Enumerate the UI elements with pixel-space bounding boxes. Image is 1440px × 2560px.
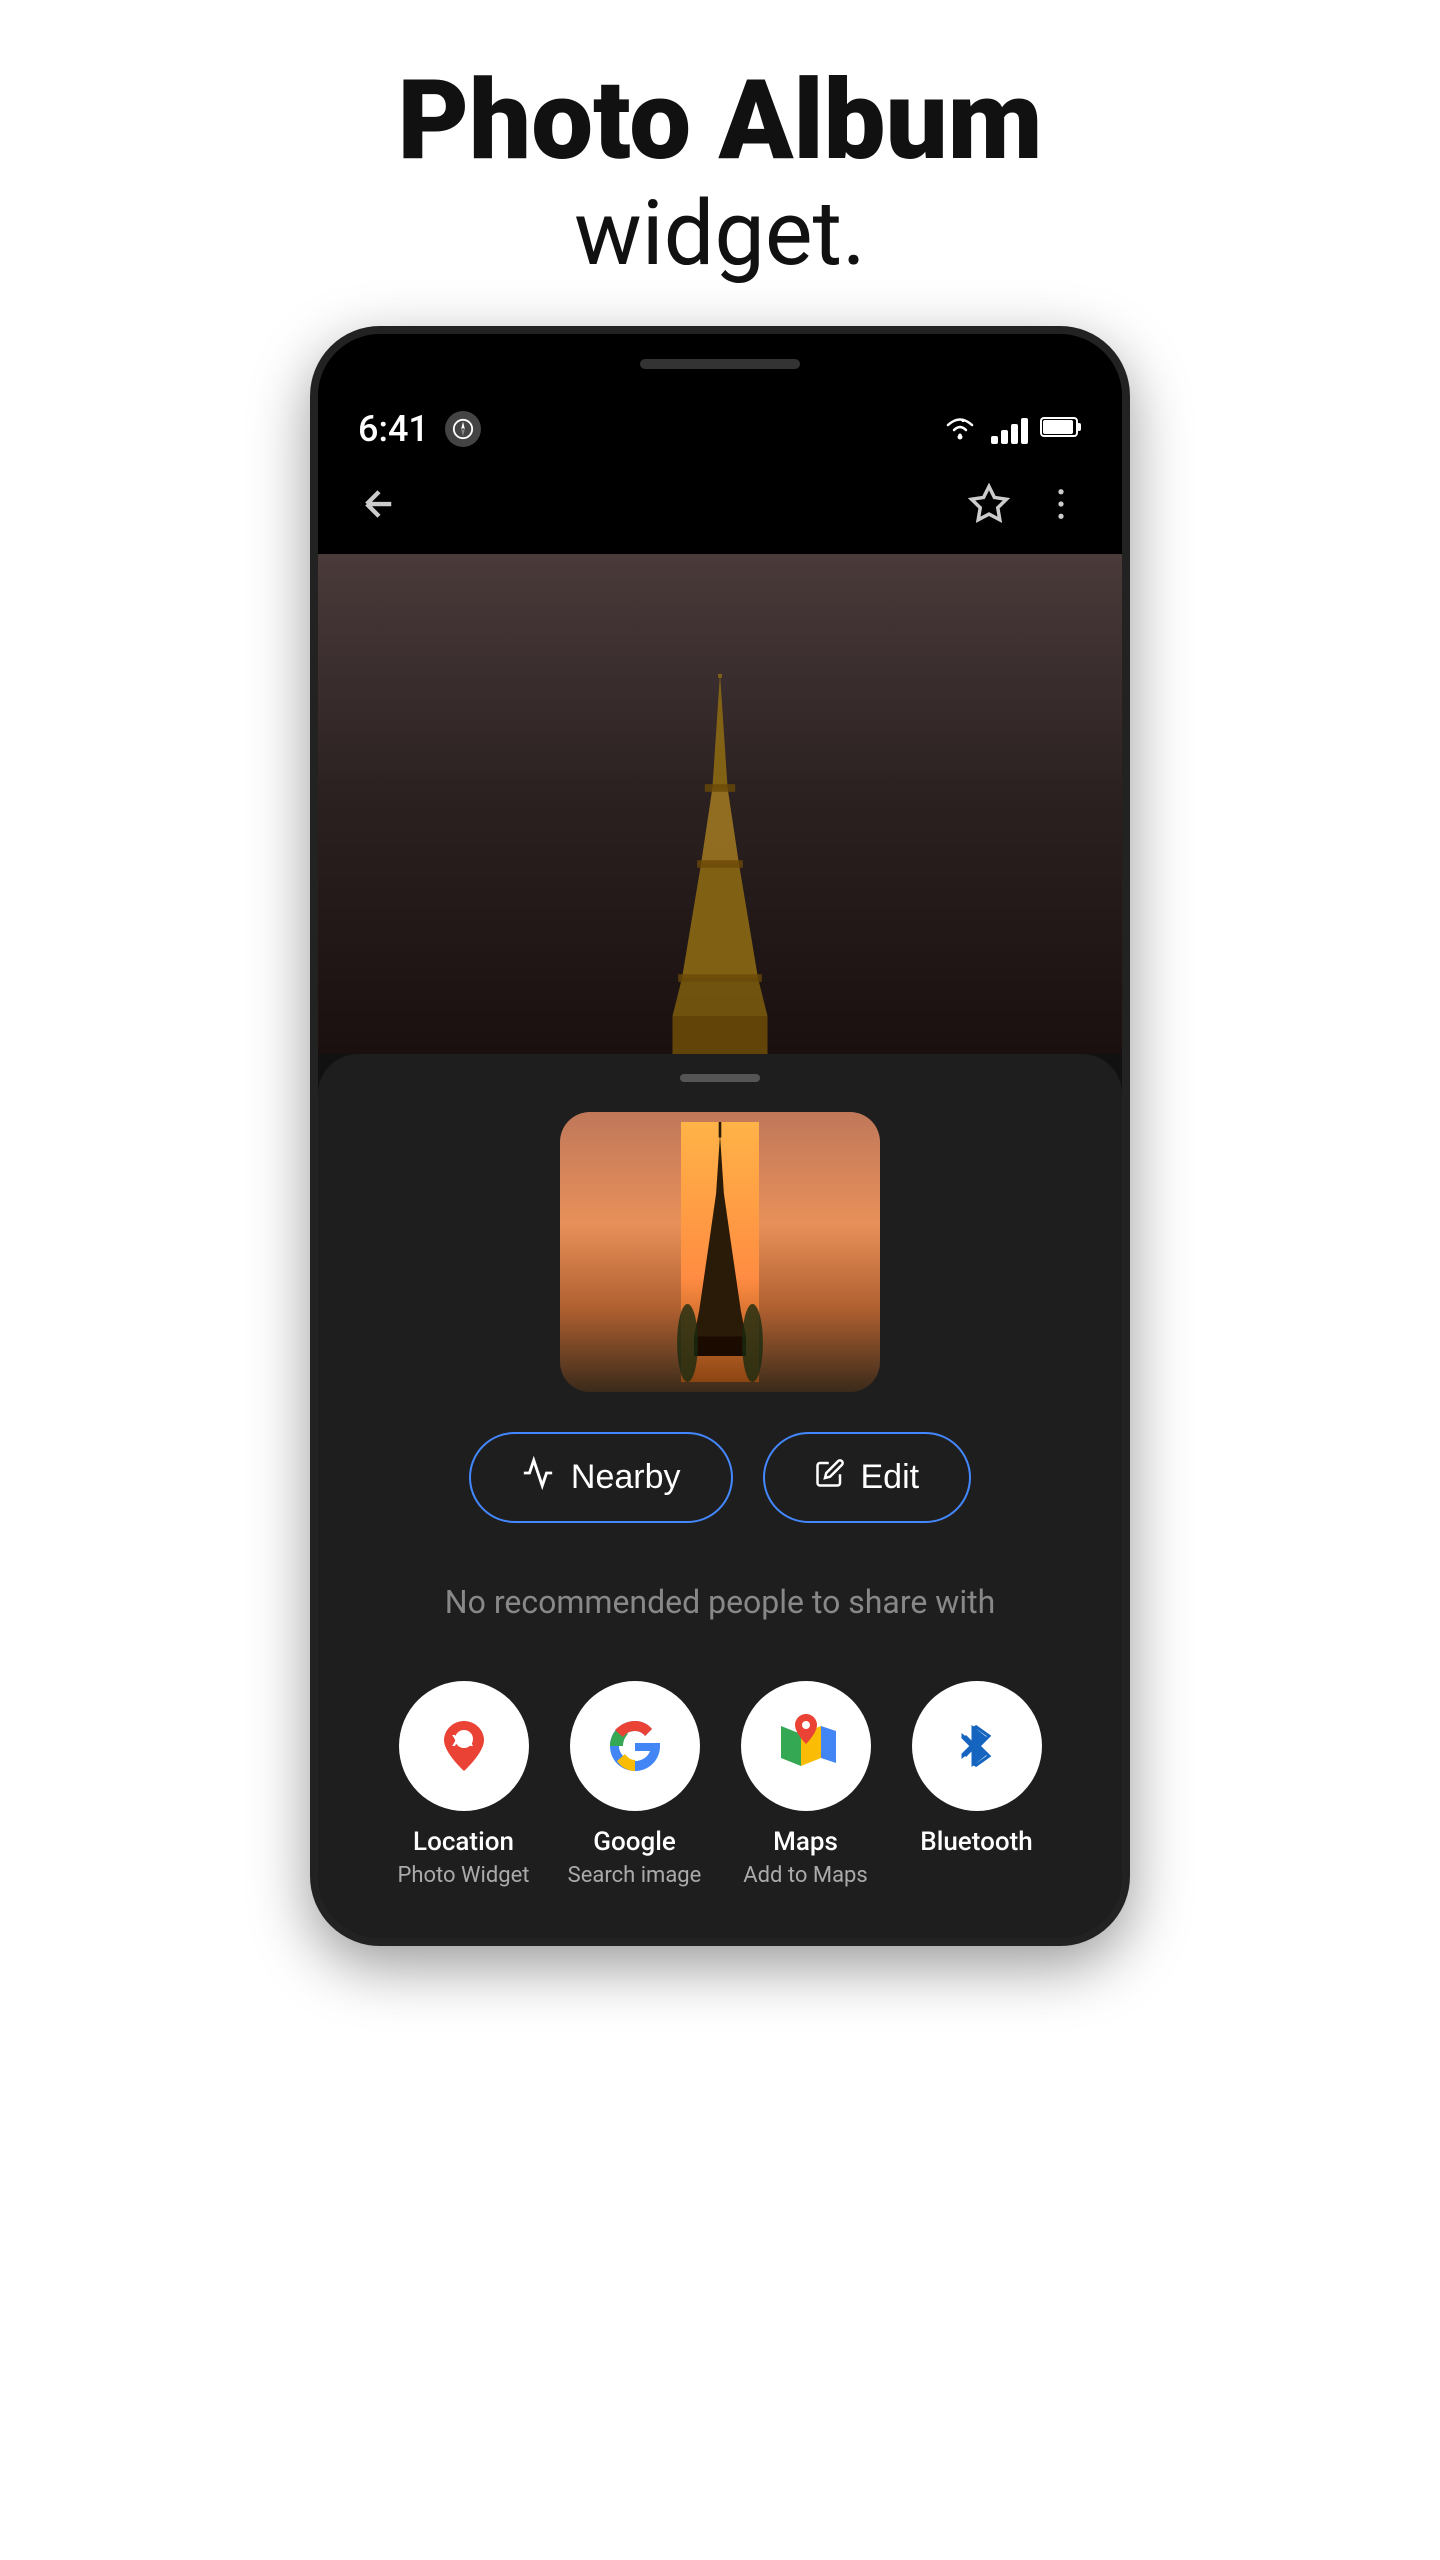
bluetooth-icon	[912, 1681, 1042, 1811]
status-bar: 6:41	[318, 394, 1122, 464]
more-button[interactable]	[1040, 483, 1082, 536]
nearby-button[interactable]: Nearby	[469, 1432, 733, 1523]
share-apps: XA Location Photo Widget	[358, 1681, 1082, 1888]
nearby-label: Nearby	[571, 1458, 681, 1497]
maps-icon	[741, 1681, 871, 1811]
maps-app-item[interactable]: Maps Add to Maps	[726, 1681, 886, 1888]
no-people-text: No recommended people to share with	[445, 1583, 995, 1621]
svg-text:XA: XA	[452, 1731, 473, 1750]
action-bar-right	[968, 483, 1082, 536]
preview-image	[560, 1112, 880, 1392]
bottom-sheet: Nearby Edit No recommended people to sha…	[318, 1054, 1122, 1938]
phone-frame: 6:41	[310, 326, 1130, 1946]
edit-icon	[815, 1458, 845, 1497]
nearby-icon	[521, 1456, 555, 1499]
location-label: Location	[413, 1827, 514, 1857]
star-button[interactable]	[968, 483, 1010, 536]
battery-icon	[1040, 415, 1082, 443]
back-button[interactable]	[358, 483, 400, 536]
page-header: Photo Album widget.	[398, 0, 1043, 326]
edit-button[interactable]: Edit	[763, 1432, 972, 1523]
google-app-item[interactable]: Google Search image	[555, 1681, 715, 1888]
bluetooth-label: Bluetooth	[920, 1827, 1032, 1857]
location-icon: XA	[399, 1681, 529, 1811]
phone-notch	[318, 334, 1122, 394]
eiffel-preview-image	[630, 1122, 810, 1382]
signal-bars	[991, 414, 1028, 444]
google-label: Google	[593, 1827, 676, 1857]
edit-label: Edit	[861, 1458, 920, 1497]
wifi-icon	[941, 413, 979, 445]
status-right	[941, 413, 1082, 445]
compass-icon	[445, 411, 481, 447]
maps-label: Maps	[773, 1827, 838, 1857]
action-bar	[318, 464, 1122, 554]
location-sublabel: Photo Widget	[397, 1863, 529, 1888]
location-app-item[interactable]: XA Location Photo Widget	[384, 1681, 544, 1888]
sheet-handle	[680, 1074, 760, 1082]
bluetooth-app-item[interactable]: Bluetooth	[897, 1681, 1057, 1888]
notch-bar	[640, 359, 800, 369]
status-time: 6:41	[358, 408, 429, 450]
photo-area	[318, 554, 1122, 1054]
page-title-sub: widget.	[398, 181, 1043, 286]
action-buttons: Nearby Edit	[469, 1432, 971, 1523]
google-icon	[570, 1681, 700, 1811]
action-bar-left	[358, 483, 400, 536]
page-title-main: Photo Album	[398, 60, 1043, 181]
maps-sublabel: Add to Maps	[743, 1863, 868, 1888]
google-sublabel: Search image	[568, 1863, 702, 1888]
status-left: 6:41	[358, 408, 481, 450]
eiffel-bg-image	[660, 674, 780, 1054]
